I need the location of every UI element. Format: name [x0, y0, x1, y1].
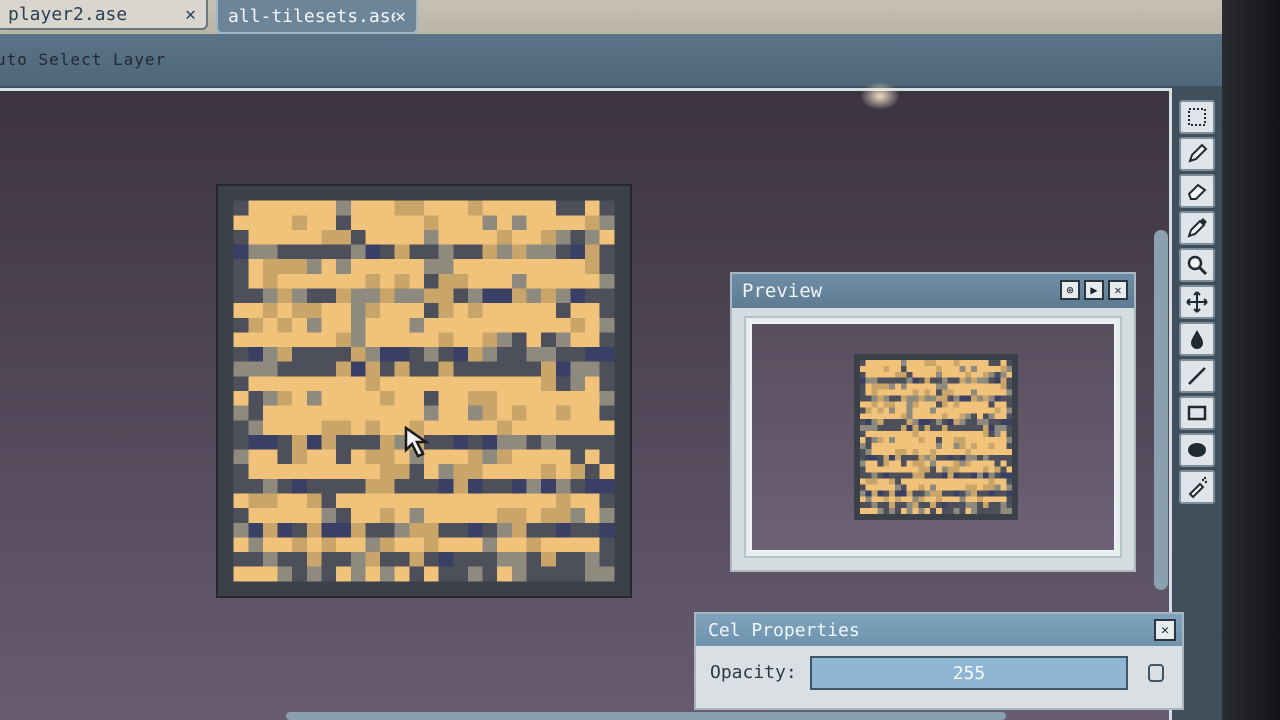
preview-window: Preview ⊕ ▶ ✕ — [730, 272, 1136, 572]
vertical-scrollbar[interactable] — [1154, 230, 1168, 590]
monitor-bezel — [1222, 0, 1280, 720]
horizontal-scrollbar[interactable] — [286, 712, 1006, 720]
tab-label: all-tilesets.ase — [228, 5, 396, 27]
close-icon[interactable]: ✕ — [395, 6, 406, 27]
close-icon[interactable]: ✕ — [1108, 280, 1128, 300]
preview-sprite — [854, 354, 1018, 520]
close-icon[interactable]: ✕ — [1154, 619, 1176, 641]
preview-title: Preview — [742, 280, 823, 302]
close-icon[interactable]: ✕ — [185, 4, 196, 25]
line-tool[interactable] — [1179, 359, 1215, 393]
screen-glare — [860, 82, 900, 110]
preview-title-bar[interactable]: Preview ⊕ ▶ ✕ — [732, 274, 1134, 308]
aseprite-window: player2.ase ✕ all-tilesets.ase ✕ uto Sel… — [0, 0, 1222, 720]
pencil-tool[interactable] — [1179, 137, 1215, 171]
sprite-canvas[interactable] — [216, 184, 632, 598]
zoom-icon — [1187, 255, 1208, 276]
tab-bar: player2.ase ✕ all-tilesets.ase ✕ — [0, 0, 1222, 34]
preview-artwork — [854, 354, 1018, 520]
eyedropper-icon — [1187, 218, 1207, 238]
rectangle-icon — [1187, 405, 1207, 421]
move-tool[interactable] — [1179, 285, 1215, 319]
auto-select-layer-option[interactable]: uto Select Layer — [0, 50, 166, 69]
cel-properties-dialog: Cel Properties ✕ Opacity: 255 — [694, 612, 1184, 710]
tab-player2[interactable]: player2.ase ✕ — [0, 0, 208, 30]
opacity-value: 255 — [952, 662, 986, 684]
cel-properties-title: Cel Properties — [708, 619, 860, 641]
center-icon[interactable]: ⊕ — [1060, 280, 1080, 300]
move-icon — [1186, 291, 1208, 313]
pencil-icon — [1188, 143, 1208, 163]
opacity-label: Opacity: — [710, 662, 797, 683]
marquee-icon — [1188, 108, 1206, 126]
eraser-tool[interactable] — [1179, 174, 1215, 208]
arrow-cursor-icon — [404, 425, 430, 458]
play-icon[interactable]: ▶ — [1084, 280, 1104, 300]
zoom-tool[interactable] — [1179, 248, 1215, 282]
tools-bar — [1176, 96, 1220, 516]
line-icon — [1188, 367, 1206, 385]
rectangle-tool[interactable] — [1179, 396, 1215, 430]
spray-icon — [1188, 476, 1208, 499]
eyedropper-tool[interactable] — [1179, 211, 1215, 245]
context-bar: uto Select Layer — [0, 34, 1222, 86]
tab-label: player2.ase — [8, 3, 128, 25]
spray-tool[interactable] — [1179, 470, 1215, 504]
marquee-tool[interactable] — [1179, 100, 1215, 134]
cel-properties-title-bar[interactable]: Cel Properties — [696, 614, 1182, 646]
opacity-spin-icon[interactable] — [1148, 664, 1164, 682]
ellipse-icon — [1188, 443, 1206, 457]
ellipse-tool[interactable] — [1179, 433, 1215, 467]
eraser-icon — [1187, 183, 1207, 200]
fill-icon — [1191, 330, 1203, 349]
preview-frame — [744, 316, 1122, 558]
tab-all-tilesets[interactable]: all-tilesets.ase ✕ — [216, 0, 418, 34]
tile-artwork — [219, 186, 630, 596]
opacity-slider[interactable]: 255 — [810, 656, 1128, 690]
preview-viewport[interactable] — [750, 322, 1116, 552]
fill-tool[interactable] — [1179, 322, 1215, 356]
